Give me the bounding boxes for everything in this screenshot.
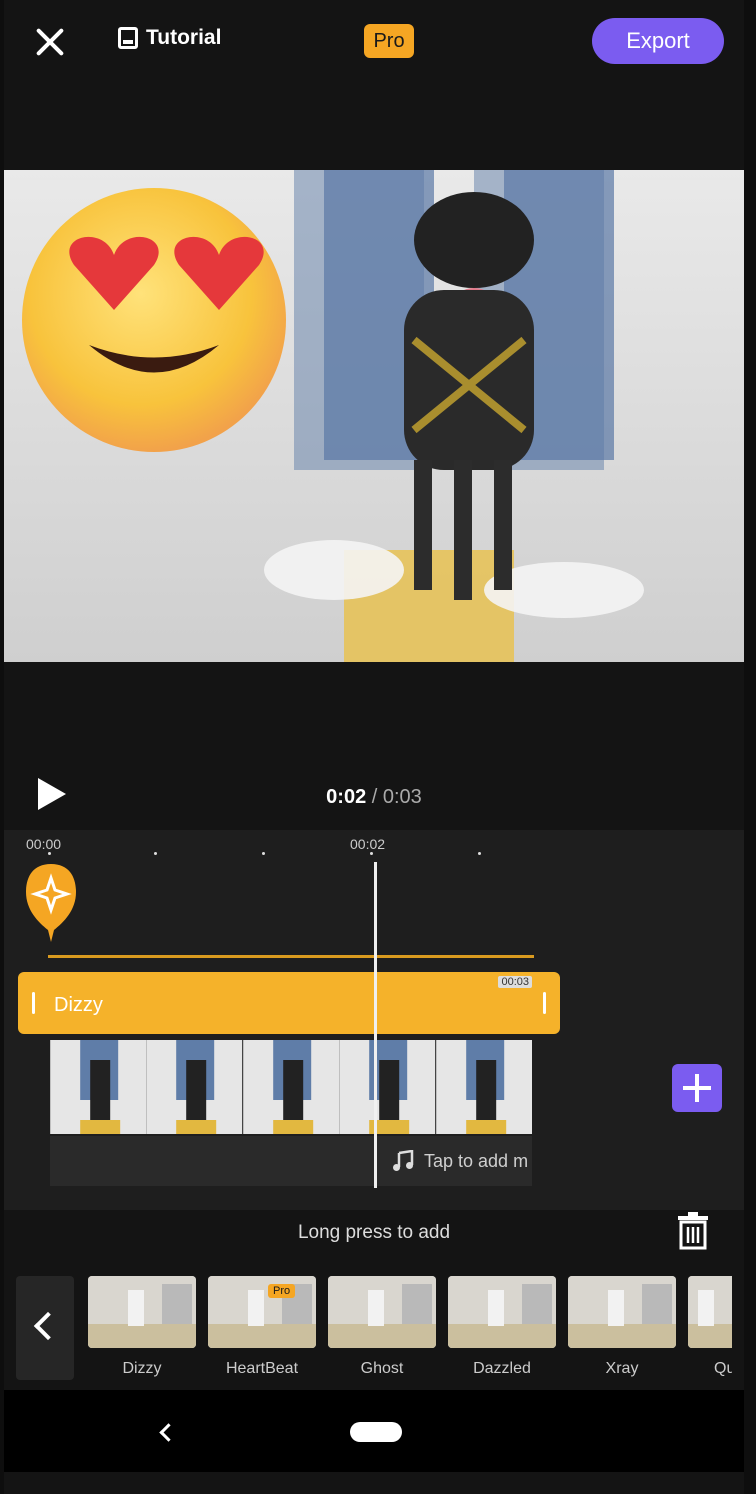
playhead[interactable] <box>374 862 377 1188</box>
effect-name: Xray <box>605 1360 639 1377</box>
effect-range-line <box>48 955 534 958</box>
effect-item-partial[interactable]: Qu <box>688 1276 732 1378</box>
book-icon <box>118 27 138 49</box>
effect-thumbnail <box>448 1276 556 1348</box>
effect-item-xray[interactable]: Xray <box>568 1276 676 1378</box>
effect-item-heartbeat[interactable]: Pro HeartBeat <box>208 1276 316 1378</box>
effects-list: Dizzy Pro HeartBeat Ghost Dazzled Xray Q… <box>88 1276 732 1378</box>
add-music-button[interactable]: Tap to add m <box>392 1150 528 1172</box>
video-frames-strip[interactable] <box>50 1040 532 1134</box>
video-frame <box>339 1040 436 1134</box>
time-separator: / <box>366 786 383 808</box>
ruler-tick <box>48 852 51 855</box>
effect-name: Qu <box>714 1360 732 1377</box>
video-frame <box>242 1040 339 1134</box>
effect-track-label: Dizzy <box>54 994 103 1016</box>
nav-home-pill[interactable] <box>350 1422 402 1442</box>
effect-name: Ghost <box>360 1360 404 1377</box>
music-note-icon <box>393 1150 414 1171</box>
effect-thumbnail <box>568 1276 676 1348</box>
close-icon[interactable] <box>34 26 66 58</box>
effect-thumbnail <box>688 1276 732 1348</box>
hint-text: Long press to add <box>297 1222 451 1243</box>
ruler-tick <box>154 852 157 855</box>
video-frame <box>146 1040 243 1134</box>
effect-thumbnail <box>328 1276 436 1348</box>
pro-badge[interactable]: Pro <box>364 24 414 58</box>
effect-item-dizzy[interactable]: Dizzy <box>88 1276 196 1378</box>
video-frame <box>50 1040 147 1134</box>
ruler-label: 00:00 <box>26 836 62 852</box>
effect-name: HeartBeat <box>225 1360 299 1377</box>
heart-eyes-emoji[interactable] <box>22 188 286 452</box>
effect-thumbnail <box>88 1276 196 1348</box>
effect-pro-badge: Pro <box>268 1284 296 1298</box>
tutorial-label: Tutorial <box>146 26 222 49</box>
add-clip-button[interactable] <box>672 1064 722 1112</box>
trash-icon[interactable] <box>676 1212 710 1250</box>
left-trim-handle[interactable] <box>32 992 35 1014</box>
current-time: 0:02 <box>326 786 367 808</box>
ruler-tick <box>478 852 481 855</box>
editor-screen: Tutorial Pro Export 0:02 / 0:03 00:00 00… <box>4 0 744 1494</box>
right-trim-handle[interactable] <box>543 992 546 1014</box>
ruler-tick <box>370 852 373 855</box>
add-music-label: Tap to add m <box>424 1150 529 1171</box>
effect-name: Dizzy <box>122 1360 162 1377</box>
effect-item-ghost[interactable]: Ghost <box>328 1276 436 1378</box>
effect-item-dazzled[interactable]: Dazzled <box>448 1276 556 1378</box>
effect-marker-icon[interactable] <box>24 862 78 942</box>
effect-name: Dazzled <box>473 1360 531 1377</box>
export-button[interactable]: Export <box>592 18 724 64</box>
tutorial-button[interactable]: Tutorial <box>118 26 221 50</box>
edge-strip <box>744 0 756 1494</box>
video-frame <box>435 1040 532 1134</box>
ruler-tick <box>262 852 265 855</box>
duration-tag: 00:03 <box>498 976 532 988</box>
ruler-label: 00:02 <box>350 836 386 852</box>
video-preview <box>4 170 744 662</box>
effect-thumbnail <box>208 1276 316 1348</box>
time-display: 0:02 / 0:03 <box>4 786 744 809</box>
total-time: 0:03 <box>382 786 422 808</box>
preview-image <box>4 170 744 662</box>
